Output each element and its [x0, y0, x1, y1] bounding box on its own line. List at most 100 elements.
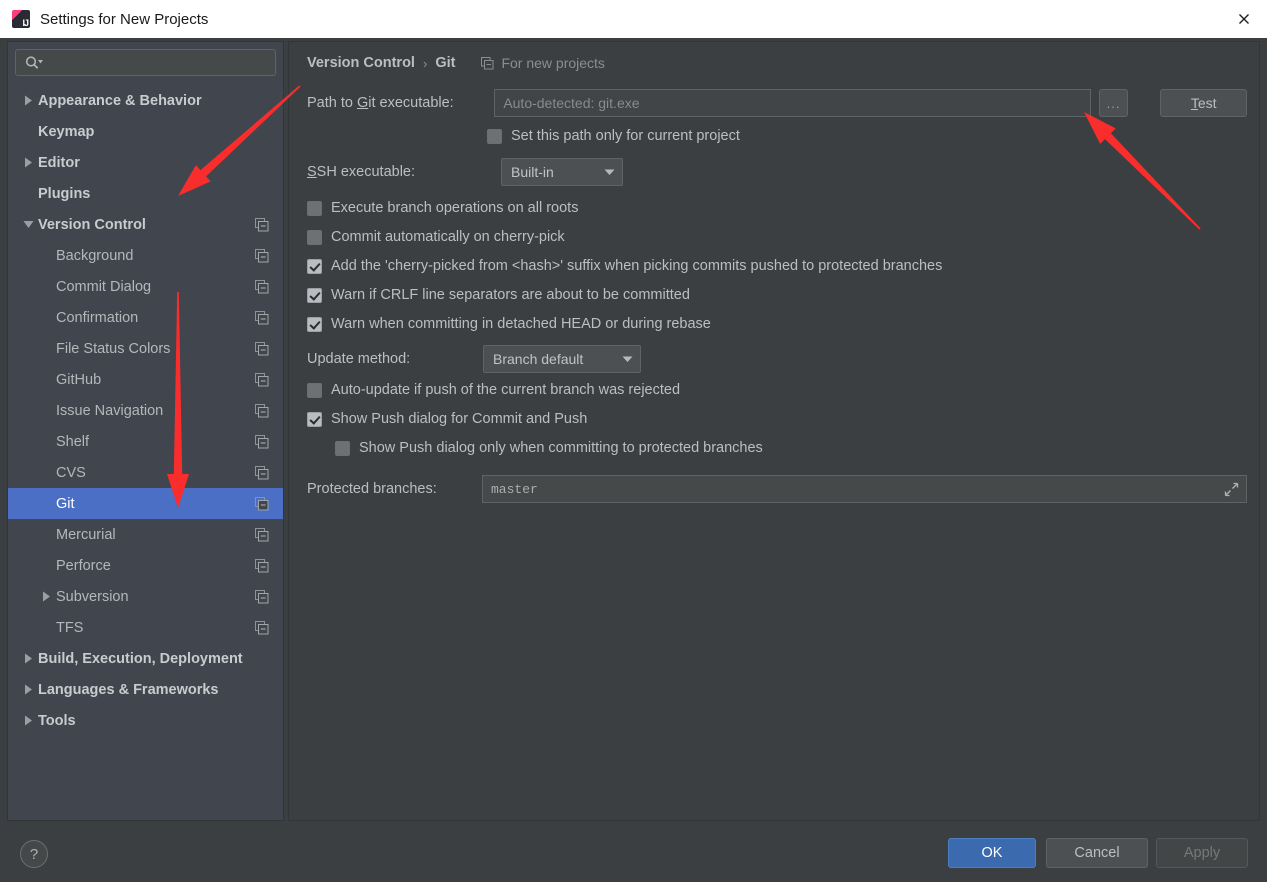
sidebar-item-shelf[interactable]: Shelf — [8, 426, 283, 457]
checkbox-show-push-dialog-only-when-committing-to-protected-b[interactable]: Show Push dialog only when committing to… — [335, 440, 763, 456]
copy-icon — [255, 372, 269, 386]
copy-settings-badge — [255, 589, 269, 604]
ssh-executable-dropdown[interactable]: Built-in — [501, 158, 623, 186]
settings-dialog: Settings for New Projects — [0, 0, 1267, 882]
chevron-right-icon[interactable] — [18, 715, 38, 726]
sidebar-item-label: Subversion — [56, 588, 129, 605]
sidebar-item-plugins[interactable]: Plugins — [8, 178, 283, 209]
protected-branches-label: Protected branches: — [307, 481, 437, 497]
copy-settings-badge — [255, 372, 269, 387]
sidebar-item-languages-frameworks[interactable]: Languages & Frameworks — [8, 674, 283, 705]
checkbox-show-push-dialog-for-commit-and-push[interactable]: Show Push dialog for Commit and Push — [307, 411, 587, 427]
sidebar-item-git[interactable]: Git — [8, 488, 283, 519]
chevron-down-icon — [614, 355, 640, 363]
sidebar-item-label: Background — [56, 247, 134, 264]
ok-button[interactable]: OK — [948, 838, 1036, 868]
checkbox-label: Commit automatically on cherry-pick — [331, 229, 565, 245]
sidebar-item-keymap[interactable]: Keymap — [8, 116, 283, 147]
breadcrumb-separator-icon: › — [422, 55, 428, 71]
sidebar-item-perforce[interactable]: Perforce — [8, 550, 283, 581]
test-button[interactable]: Test — [1160, 89, 1247, 117]
checkbox-warn-if-crlf-line-separators-are-about-to-be-committ[interactable]: Warn if CRLF line separators are about t… — [307, 287, 690, 303]
chevron-down-icon[interactable] — [18, 220, 38, 229]
copy-icon — [255, 558, 269, 572]
copy-icon — [255, 620, 269, 634]
apply-button[interactable]: Apply — [1156, 838, 1248, 868]
sidebar-item-label: Issue Navigation — [56, 402, 164, 419]
sidebar-item-cvs[interactable]: CVS — [8, 457, 283, 488]
help-button[interactable]: ? — [20, 840, 48, 868]
chevron-right-icon[interactable] — [18, 157, 38, 168]
sidebar-item-github[interactable]: GitHub — [8, 364, 283, 395]
sidebar-item-version-control[interactable]: Version Control — [8, 209, 283, 240]
checkbox-warn-when-committing-in-detached-head-or-during-reba[interactable]: Warn when committing in detached HEAD or… — [307, 316, 711, 332]
copy-settings-badge — [255, 403, 269, 418]
sidebar-item-subversion[interactable]: Subversion — [8, 581, 283, 612]
checkbox-execute-branch-operations-on-all-roots[interactable]: Execute branch operations on all roots — [307, 200, 578, 216]
sidebar-item-label: CVS — [56, 464, 86, 481]
copy-settings-badge — [255, 496, 269, 511]
checkbox-add-the-cherry-picked-from-hash-suffix-when-picking-[interactable]: Add the 'cherry-picked from <hash>' suff… — [307, 258, 942, 274]
copy-icon — [481, 56, 494, 69]
protected-branches-value: master — [490, 481, 538, 497]
sidebar-item-tfs[interactable]: TFS — [8, 612, 283, 643]
sidebar-item-build-execution-deployment[interactable]: Build, Execution, Deployment — [8, 643, 283, 674]
git-path-input[interactable]: Auto-detected: git.exe — [494, 89, 1091, 117]
sidebar-item-label: Editor — [38, 154, 80, 171]
sidebar-item-editor[interactable]: Editor — [8, 147, 283, 178]
checkbox-box — [307, 200, 322, 216]
sidebar-item-tools[interactable]: Tools — [8, 705, 283, 736]
sidebar-item-file-status-colors[interactable]: File Status Colors — [8, 333, 283, 364]
chevron-down-icon — [596, 168, 622, 176]
copy-icon — [255, 403, 269, 417]
sidebar-item-label: Shelf — [56, 433, 90, 450]
browse-button[interactable]: ... — [1098, 89, 1129, 117]
sidebar-item-issue-navigation[interactable]: Issue Navigation — [8, 395, 283, 426]
sidebar-item-label: Version Control — [38, 216, 146, 233]
sidebar-item-confirmation[interactable]: Confirmation — [8, 302, 283, 333]
update-method-dropdown[interactable]: Branch default — [483, 345, 641, 373]
ssh-executable-label: SSH executable: — [307, 164, 416, 180]
expand-diagonal-icon[interactable] — [1224, 482, 1239, 500]
update-method-label: Update method: — [307, 351, 411, 367]
search-input[interactable] — [15, 49, 276, 76]
checkbox-label: Set this path only for current project — [511, 128, 740, 144]
checkbox-label: Warn if CRLF line separators are about t… — [331, 287, 690, 303]
copy-settings-badge — [255, 217, 269, 232]
checkbox-label: Add the 'cherry-picked from <hash>' suff… — [331, 258, 943, 274]
scope-indicator: For new projects — [481, 55, 605, 71]
checkbox-box — [307, 411, 322, 427]
copy-settings-badge — [255, 279, 269, 294]
sidebar-item-label: Build, Execution, Deployment — [38, 650, 243, 667]
chevron-right-icon[interactable] — [18, 95, 38, 106]
cancel-button[interactable]: Cancel — [1046, 838, 1148, 868]
sidebar-item-appearance-behavior[interactable]: Appearance & Behavior — [8, 85, 283, 116]
protected-branches-input[interactable]: master — [481, 475, 1247, 503]
copy-settings-badge — [255, 434, 269, 449]
copy-icon — [255, 465, 269, 479]
chevron-right-icon[interactable] — [18, 653, 38, 664]
copy-settings-badge — [255, 341, 269, 356]
breadcrumb: Version Control › Git For new projects — [307, 55, 605, 71]
close-button[interactable] — [1221, 0, 1267, 38]
sidebar-item-label: TFS — [56, 619, 84, 636]
chevron-right-icon[interactable] — [18, 684, 38, 695]
checkbox-label: Show Push dialog only when committing to… — [359, 440, 763, 456]
checkbox-auto-update-if-push-of-the-current-branch-was-reject[interactable]: Auto-update if push of the current branc… — [307, 382, 680, 398]
checkbox-set-path-current-project[interactable]: Set this path only for current project — [487, 128, 740, 144]
update-method-row: Update method: Branch default — [307, 345, 641, 373]
settings-sidebar: Appearance & Behavior Keymap Editor Plugins… — [7, 41, 284, 821]
checkbox-commit-automatically-on-cherry-pick[interactable]: Commit automatically on cherry-pick — [307, 229, 565, 245]
sidebar-item-background[interactable]: Background — [8, 240, 283, 271]
sidebar-item-label: GitHub — [56, 371, 102, 388]
sidebar-item-commit-dialog[interactable]: Commit Dialog — [8, 271, 283, 302]
sidebar-item-label: Keymap — [38, 123, 95, 140]
sidebar-item-mercurial[interactable]: Mercurial — [8, 519, 283, 550]
chevron-right-icon[interactable] — [36, 591, 56, 602]
breadcrumb-root[interactable]: Version Control — [307, 55, 415, 71]
sidebar-item-label: File Status Colors — [56, 340, 171, 357]
dialog-body: Appearance & Behavior Keymap Editor Plugins… — [3, 38, 1264, 823]
copy-icon — [255, 527, 269, 541]
copy-settings-badge — [255, 620, 269, 635]
search-wrapper — [8, 42, 283, 76]
